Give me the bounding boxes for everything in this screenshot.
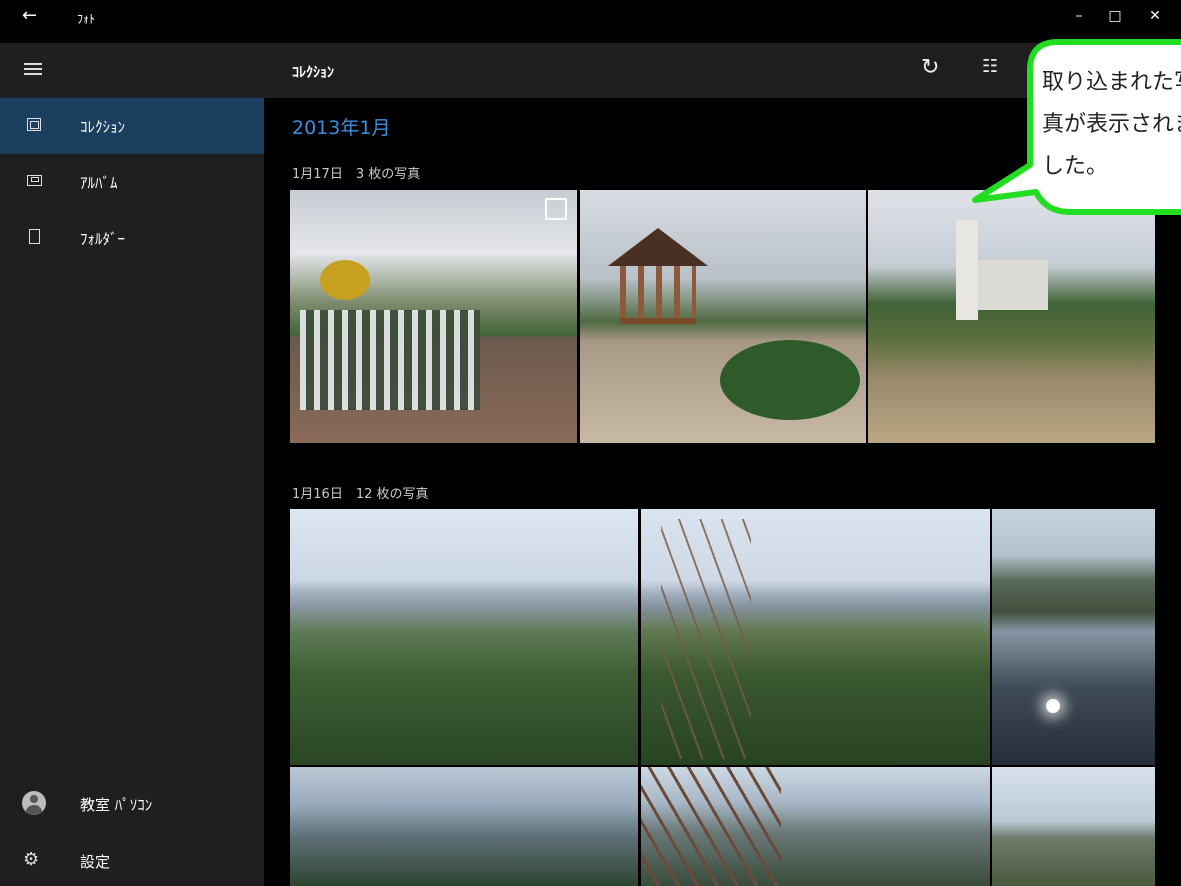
- album-icon: [27, 175, 42, 186]
- hamburger-menu-icon[interactable]: [24, 63, 42, 75]
- select-checkbox[interactable]: [545, 198, 567, 220]
- avatar[interactable]: [22, 791, 46, 815]
- select-icon[interactable]: ☷: [982, 58, 998, 76]
- refresh-icon[interactable]: ↻: [921, 57, 939, 79]
- photo-detail: [300, 310, 480, 410]
- date-group-label: 1月17日 3 枚の写真: [292, 167, 421, 182]
- callout-line: した。: [1042, 154, 1109, 179]
- photo-thumbnail[interactable]: [992, 509, 1155, 765]
- minimize-button[interactable]: –: [1064, 8, 1094, 30]
- sidebar-item-label: ﾌｫﾙﾀﾞｰ: [80, 230, 126, 248]
- photo-thumbnail[interactable]: [641, 767, 990, 886]
- title-bar: ← ﾌｫﾄ – □ ✕: [0, 0, 1181, 43]
- photo-thumbnail[interactable]: [868, 190, 1155, 443]
- sidebar-item-folder[interactable]: ﾌｫﾙﾀﾞｰ: [0, 210, 264, 266]
- callout-line: 取り込まれた写: [1042, 70, 1181, 95]
- photo-detail: [620, 266, 696, 324]
- photo-detail: [608, 228, 708, 266]
- user-name[interactable]: 教室 ﾊﾟｿｺﾝ: [80, 794, 152, 815]
- photo-thumbnail[interactable]: [290, 767, 638, 886]
- maximize-button[interactable]: □: [1100, 8, 1130, 30]
- photo-detail: [1046, 699, 1060, 713]
- page-title: ｺﾚｸｼｮﾝ: [292, 65, 334, 81]
- date-group-label: 1月16日 12 枚の写真: [292, 487, 429, 502]
- sidebar-item-album[interactable]: ｱﾙﾊﾞﾑ: [0, 154, 264, 210]
- photo-thumbnail[interactable]: [290, 509, 638, 765]
- back-button[interactable]: ←: [22, 5, 37, 26]
- sidebar: ｺﾚｸｼｮﾝ ｱﾙﾊﾞﾑ ﾌｫﾙﾀﾞｰ 教室 ﾊﾟｿｺﾝ ⚙ 設定: [0, 43, 264, 886]
- photo-thumbnail[interactable]: [290, 190, 577, 443]
- photo-detail: [978, 260, 1048, 310]
- folder-icon: [29, 229, 40, 244]
- month-heading: 2013年1月: [292, 117, 391, 139]
- photo-collection: 2013年1月 1月17日 3 枚の写真 1月16日 12 枚の写真: [264, 98, 1181, 886]
- photo-detail: [320, 260, 370, 300]
- photo-detail: [956, 220, 978, 320]
- close-button[interactable]: ✕: [1140, 8, 1170, 30]
- photo-detail: [608, 228, 708, 328]
- photo-detail: [641, 767, 781, 886]
- callout-line: 真が表示されま: [1042, 112, 1181, 137]
- sidebar-item-collection[interactable]: ｺﾚｸｼｮﾝ: [0, 98, 264, 154]
- app-title: ﾌｫﾄ: [77, 12, 96, 26]
- photo-thumbnail[interactable]: [580, 190, 866, 443]
- photo-thumbnail[interactable]: [992, 767, 1155, 886]
- callout-text: 取り込まれた写 真が表示されま した。: [1042, 62, 1181, 188]
- settings-label[interactable]: 設定: [80, 851, 110, 872]
- photo-thumbnail[interactable]: [641, 509, 990, 765]
- sidebar-item-label: ｱﾙﾊﾞﾑ: [80, 174, 118, 192]
- collection-icon: [27, 118, 41, 131]
- sidebar-item-label: ｺﾚｸｼｮﾝ: [80, 118, 126, 136]
- photo-detail: [661, 519, 751, 759]
- gear-icon[interactable]: ⚙: [23, 851, 39, 869]
- photo-detail: [720, 340, 860, 420]
